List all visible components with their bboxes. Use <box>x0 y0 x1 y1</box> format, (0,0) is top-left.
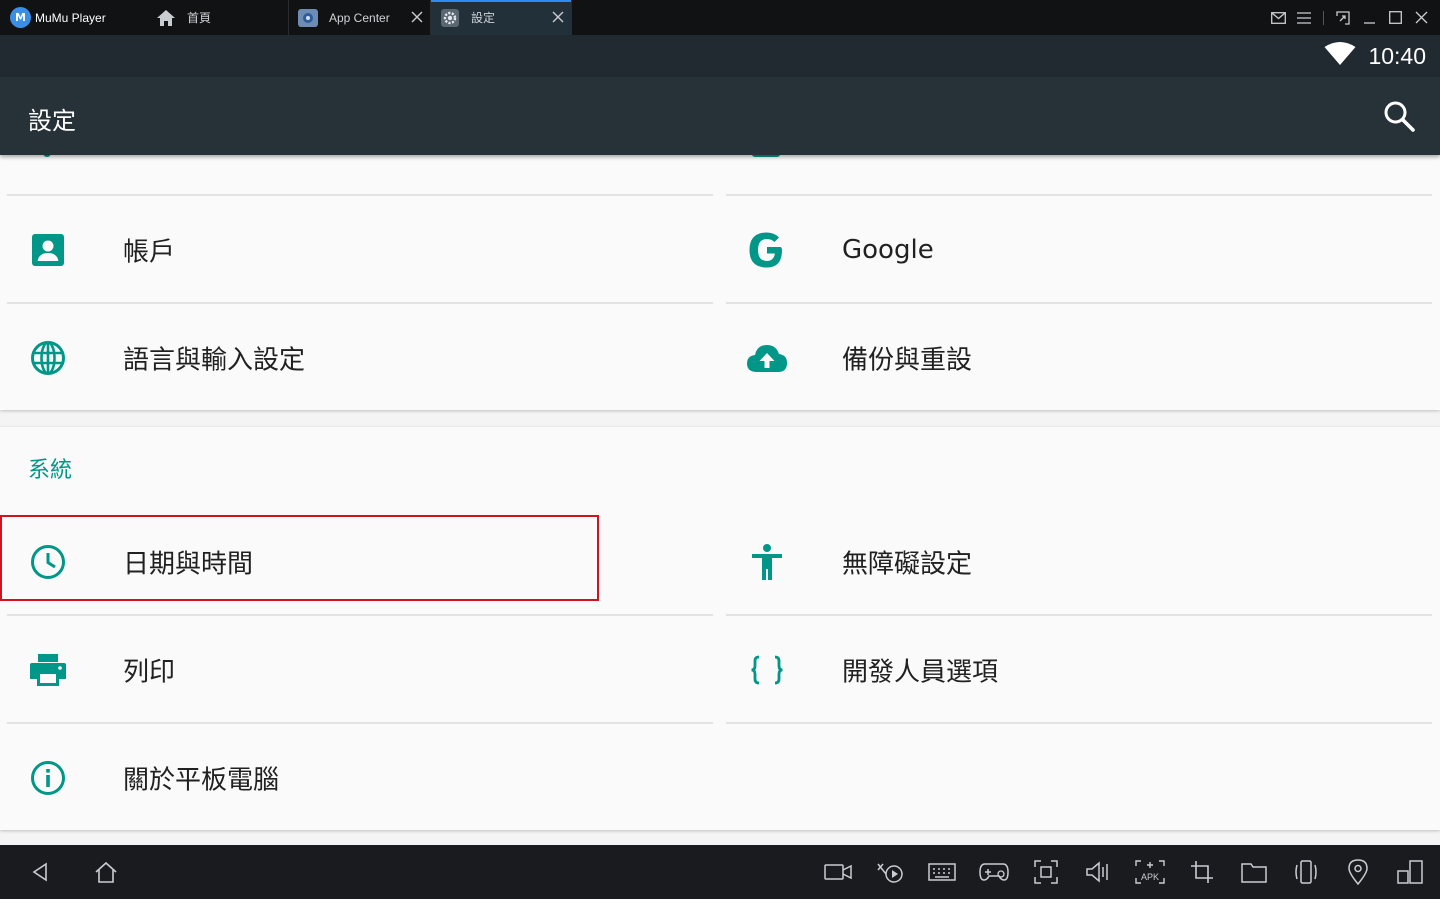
app-center-icon <box>297 7 319 29</box>
emulator-toolbar: APK <box>0 845 1440 899</box>
setting-item-developer-options[interactable]: 開發人員選項 <box>726 616 1432 724</box>
setting-item-google[interactable]: Google <box>726 196 1432 304</box>
keyboard-icon[interactable] <box>924 854 960 890</box>
section-header-system: 系統 <box>28 458 73 483</box>
setting-label: 日期與時間 <box>123 549 254 580</box>
resize-icon[interactable] <box>1330 0 1356 35</box>
tab-label: 設定 <box>471 11 496 25</box>
app-name: MuMu Player <box>35 10 106 25</box>
tab-app-center[interactable]: App Center <box>289 0 431 35</box>
setting-label: 帳戶 <box>123 237 176 268</box>
cloud-upload-icon <box>746 337 788 379</box>
tab-label: 首頁 <box>187 11 212 25</box>
home-icon[interactable] <box>88 854 124 890</box>
google-icon <box>746 229 788 271</box>
wifi-icon <box>1324 42 1356 70</box>
mumu-logo-icon: M <box>10 7 31 28</box>
setting-item-account[interactable]: 帳戶 <box>7 196 713 304</box>
volume-icon[interactable] <box>1080 854 1116 890</box>
gear-icon <box>439 7 461 29</box>
page-title: 設定 <box>28 107 76 135</box>
gamepad-icon[interactable] <box>976 854 1012 890</box>
close-icon[interactable] <box>1408 0 1434 35</box>
home-icon <box>155 7 177 29</box>
settings-toolbar: 設定 <box>0 77 1440 155</box>
screenshot-icon[interactable] <box>1028 854 1064 890</box>
multi-window-icon[interactable] <box>1392 854 1428 890</box>
mail-icon[interactable] <box>1265 0 1291 35</box>
apk-install-icon[interactable]: APK <box>1132 854 1168 890</box>
clock-time: 10:40 <box>1368 42 1426 69</box>
setting-item-accessibility[interactable]: 無障礙設定 <box>726 508 1432 616</box>
close-tab-icon[interactable] <box>549 8 567 26</box>
clock-icon <box>27 541 69 583</box>
back-icon[interactable] <box>22 854 58 890</box>
print-icon <box>27 649 69 691</box>
emulator-tool-buttons: APK <box>820 845 1428 899</box>
android-nav-buttons <box>22 845 124 899</box>
partial-icon <box>752 155 780 157</box>
menu-icon[interactable] <box>1291 0 1317 35</box>
setting-label: 關於平板電腦 <box>123 765 280 796</box>
video-record-icon[interactable] <box>820 854 856 890</box>
close-tab-icon[interactable] <box>408 8 426 26</box>
setting-label: 無障礙設定 <box>842 549 973 580</box>
setting-label: 開發人員選項 <box>842 657 999 688</box>
developer-braces-icon <box>746 649 788 691</box>
folder-icon[interactable] <box>1236 854 1272 890</box>
language-icon <box>27 337 69 379</box>
setting-item-about-tablet[interactable]: 關於平板電腦 <box>7 724 713 832</box>
emulator-title-bar: M MuMu Player 首頁 App Center 設定 <box>0 0 1440 35</box>
crop-icon[interactable] <box>1184 854 1220 890</box>
tab-settings[interactable]: 設定 <box>431 0 572 35</box>
setting-item-backup-reset[interactable]: 備份與重設 <box>726 304 1432 412</box>
macro-icon[interactable] <box>872 854 908 890</box>
search-icon[interactable] <box>1382 99 1416 133</box>
location-icon[interactable] <box>1340 854 1376 890</box>
setting-item-date-time[interactable]: 日期與時間 <box>7 508 713 616</box>
info-icon <box>27 757 69 799</box>
setting-label: 列印 <box>123 657 176 688</box>
android-status-bar: 10:40 <box>0 35 1440 77</box>
window-controls <box>1265 0 1440 35</box>
settings-card-system: 系統 日期與時間 無障礙設定 列印 開發人員選項 關於平板電腦 <box>0 427 1440 830</box>
setting-item-language-input[interactable]: 語言與輸入設定 <box>7 304 713 412</box>
tab-home[interactable]: 首頁 <box>145 0 289 35</box>
minimize-icon[interactable] <box>1356 0 1382 35</box>
accessibility-icon <box>746 541 788 583</box>
setting-label: 備份與重設 <box>842 345 973 376</box>
tab-label: App Center <box>329 10 390 25</box>
setting-label: Google <box>842 235 934 265</box>
settings-list: 帳戶 Google 語言與輸入設定 備份與重設 系統 日期與時間 無障礙設定 列… <box>0 155 1440 845</box>
shake-icon[interactable] <box>1288 854 1324 890</box>
divider <box>1323 10 1324 25</box>
divider <box>726 722 1432 724</box>
settings-card-personal: 帳戶 Google 語言與輸入設定 備份與重設 <box>0 155 1440 410</box>
setting-label: 語言與輸入設定 <box>123 345 306 376</box>
status-icons: 10:40 <box>1324 35 1426 77</box>
account-icon <box>27 229 69 271</box>
app-logo: M MuMu Player <box>0 0 145 35</box>
apk-label: APK <box>1141 872 1159 882</box>
maximize-icon[interactable] <box>1382 0 1408 35</box>
setting-item-print[interactable]: 列印 <box>7 616 713 724</box>
